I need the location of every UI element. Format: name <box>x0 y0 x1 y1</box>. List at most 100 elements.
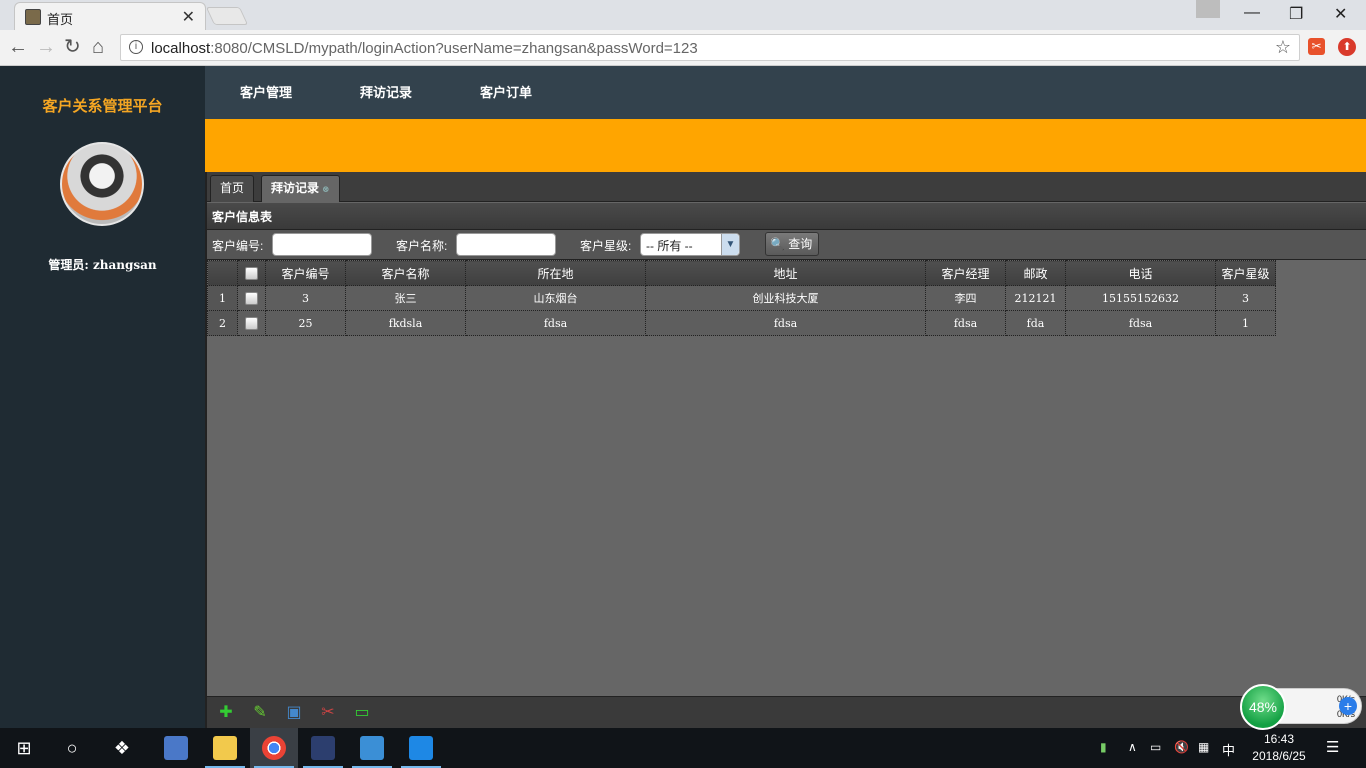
extension-tools-icon[interactable]: ✂ <box>1308 38 1325 55</box>
chevron-down-icon[interactable]: ▼ <box>721 234 739 255</box>
row-number-header <box>207 260 238 286</box>
taskbar-app-network[interactable] <box>152 728 200 768</box>
top-navigation: 客户管理 拜访记录 客户订单 <box>205 66 1366 119</box>
taskbar-app-wps[interactable] <box>397 728 445 768</box>
taskbar-app-panel[interactable] <box>348 728 396 768</box>
taskbar-app-explorer[interactable] <box>201 728 249 768</box>
select-all-checkbox[interactable] <box>245 267 258 280</box>
browser-titlebar: 首页 ✕ — ❐ ✕ <box>0 0 1366 30</box>
forward-icon[interactable]: → <box>36 36 56 58</box>
column-header[interactable]: 客户名称 <box>345 260 466 286</box>
site-info-icon[interactable]: i <box>129 40 143 54</box>
customer-id-label: 客户编号: <box>212 239 264 253</box>
volume-muted-icon[interactable]: 🔇 <box>1174 740 1189 754</box>
column-header[interactable]: 邮政 <box>1005 260 1066 286</box>
tab-visits[interactable]: 拜访记录 ⊗ <box>261 175 340 202</box>
network-speed-widget[interactable]: 0K/s 0K/s + 48% <box>1240 684 1364 730</box>
table-cell: 25 <box>265 310 346 336</box>
windows-start-icon[interactable]: ⊞ <box>12 736 36 760</box>
minimize-icon[interactable]: — <box>1244 4 1260 22</box>
column-header[interactable]: 地址 <box>645 260 926 286</box>
address-url: localhost:8080/CMSLD/mypath/loginAction?… <box>151 40 698 57</box>
close-tab-icon[interactable]: ⊗ <box>322 185 330 195</box>
new-tab-button[interactable] <box>205 7 249 25</box>
save-icon[interactable]: ▣ <box>285 704 303 722</box>
close-window-icon[interactable]: ✕ <box>1334 4 1347 24</box>
table-cell: 3 <box>1215 285 1276 311</box>
browser-tab-title: 首页 <box>47 12 74 27</box>
main-content: 首页 拜访记录 ⊗ 客户信息表 客户编号: 客户名称: 客户星级: -- 所有 -… <box>205 172 1366 728</box>
battery-tray-icon[interactable]: ▮ <box>1100 740 1107 754</box>
show-hidden-icons[interactable]: ∧ <box>1128 740 1137 754</box>
column-header[interactable]: 客户经理 <box>925 260 1006 286</box>
customer-level-value: -- 所有 -- <box>646 239 693 253</box>
taskbar-app-eclipse[interactable] <box>299 728 347 768</box>
plus-icon[interactable]: + <box>1339 697 1357 715</box>
search-bar: 客户编号: 客户名称: 客户星级: -- 所有 -- ▼ 🔍 查询 <box>207 230 1366 260</box>
clock[interactable]: 16:43 2018/6/25 <box>1244 731 1314 765</box>
table-cell: fdsa <box>1065 310 1216 336</box>
ime-indicator[interactable]: 中 <box>1222 740 1235 759</box>
customer-id-input[interactable] <box>272 233 372 256</box>
table-cell: 李四 <box>925 285 1006 311</box>
column-header[interactable]: 电话 <box>1065 260 1216 286</box>
customer-level-select[interactable]: -- 所有 -- ▼ <box>640 233 740 256</box>
extension-upload-icon[interactable]: ⬆ <box>1338 38 1356 56</box>
maximize-icon[interactable]: ❐ <box>1289 4 1303 24</box>
table-row[interactable]: 1 3 张三 山东烟台 创业科技大厦 李四 212121 15155152632… <box>207 285 1276 311</box>
remove-icon[interactable]: ▭ <box>353 704 371 722</box>
table-cell: 山东烟台 <box>465 285 646 311</box>
column-header[interactable]: 客户星级 <box>1215 260 1276 286</box>
avatar <box>60 142 144 226</box>
column-header[interactable]: 所在地 <box>465 260 646 286</box>
speed-panel: 0K/s 0K/s + <box>1276 688 1362 724</box>
customer-name-input[interactable] <box>456 233 556 256</box>
edit-icon[interactable]: ✎ <box>251 704 269 722</box>
row-checkbox[interactable] <box>245 291 258 305</box>
cortana-icon[interactable]: ○ <box>60 736 84 760</box>
close-tab-icon[interactable]: ✕ <box>182 7 195 27</box>
folder-icon <box>213 736 237 760</box>
back-icon[interactable]: ← <box>8 36 28 58</box>
chrome-icon <box>262 736 286 760</box>
table-cell: fdsa <box>645 310 926 336</box>
bookmark-star-icon[interactable]: ☆ <box>1275 37 1291 58</box>
nav-item-visits[interactable]: 拜访记录 <box>360 82 412 101</box>
browser-tab[interactable]: 首页 ✕ <box>14 2 206 30</box>
nav-item-customers[interactable]: 客户管理 <box>240 82 292 101</box>
taskbar: ⊞ ○ ❖ ▮ ∧ ▭ 🔇 ▦ 中 16:43 2018/6/25 ☰ <box>0 728 1366 768</box>
table-row[interactable]: 2 25 fkdsla fdsa fdsa fdsa fda fdsa 1 <box>207 310 1276 336</box>
profile-icon[interactable] <box>1196 0 1220 18</box>
query-button-label: 查询 <box>788 237 813 251</box>
home-icon[interactable]: ⌂ <box>92 36 104 58</box>
select-all-cell <box>237 260 266 286</box>
reload-icon[interactable]: ↻ <box>64 36 81 58</box>
add-icon[interactable]: ✚ <box>217 704 235 722</box>
table-cell: 创业科技大厦 <box>645 285 926 311</box>
page-tabs: 首页 拜访记录 ⊗ <box>207 172 1366 202</box>
table-cell: fdsa <box>465 310 646 336</box>
nav-item-orders[interactable]: 客户订单 <box>480 82 532 101</box>
notification-center-icon[interactable]: ☰ <box>1326 738 1339 756</box>
tab-home[interactable]: 首页 <box>210 175 255 202</box>
ide-icon <box>311 736 335 760</box>
panel-title: 客户信息表 <box>207 203 1366 230</box>
query-button[interactable]: 🔍 查询 <box>765 232 819 256</box>
address-bar[interactable]: i localhost:8080/CMSLD/mypath/loginActio… <box>120 34 1300 61</box>
table-cell: 15155152632 <box>1065 285 1216 311</box>
memory-percent: 48% <box>1240 684 1286 730</box>
sidebar: 客户关系管理平台 管理员: zhangsan <box>0 66 205 728</box>
tab-visits-label: 拜访记录 <box>271 181 320 195</box>
taskbar-app-chrome[interactable] <box>250 728 298 768</box>
row-number: 1 <box>207 285 238 311</box>
customer-table: 客户编号 客户名称 所在地 地址 客户经理 邮政 电话 客户星级 1 3 张三 … <box>207 260 1276 336</box>
network-tray-icon[interactable]: ▦ <box>1198 740 1209 754</box>
power-tray-icon[interactable]: ▭ <box>1150 740 1161 754</box>
column-header[interactable]: 客户编号 <box>265 260 346 286</box>
wps-icon <box>409 736 433 760</box>
cut-icon[interactable]: ✂ <box>319 704 337 722</box>
task-view-icon[interactable]: ❖ <box>110 736 134 760</box>
row-checkbox[interactable] <box>245 316 258 330</box>
network-app-icon <box>164 736 188 760</box>
brand-title: 客户关系管理平台 <box>42 97 163 115</box>
